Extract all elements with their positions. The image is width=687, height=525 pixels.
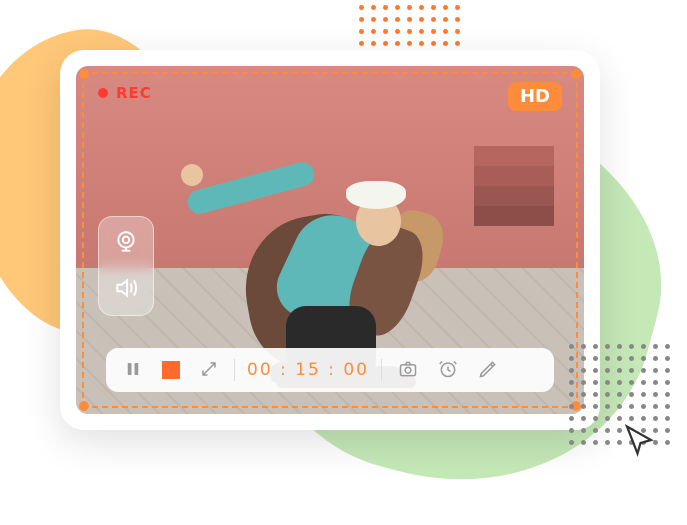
audio-toggle-button[interactable] bbox=[110, 273, 142, 305]
source-panel bbox=[98, 216, 154, 316]
recording-indicator: REC bbox=[98, 84, 152, 102]
resize-icon bbox=[200, 360, 218, 381]
recording-viewport: REC HD bbox=[76, 66, 584, 414]
speaker-icon bbox=[113, 275, 139, 304]
toolbar-separator bbox=[381, 359, 382, 381]
recording-label: REC bbox=[116, 84, 152, 102]
annotate-button[interactable] bbox=[474, 355, 502, 386]
webcam-icon bbox=[113, 229, 139, 258]
recorder-window: REC HD bbox=[60, 50, 600, 430]
stop-icon bbox=[162, 361, 180, 379]
recording-timer: 00 : 15 : 00 bbox=[247, 360, 369, 380]
pause-button[interactable] bbox=[120, 356, 146, 385]
toolbar-separator bbox=[234, 359, 235, 381]
schedule-button[interactable] bbox=[434, 355, 462, 386]
resize-button[interactable] bbox=[196, 356, 222, 385]
recorder-toolbar: 00 : 15 : 00 bbox=[106, 348, 554, 392]
alarm-clock-icon bbox=[438, 359, 458, 382]
pencil-icon bbox=[478, 359, 498, 382]
webcam-toggle-button[interactable] bbox=[110, 227, 142, 259]
record-dot-icon bbox=[98, 88, 108, 98]
stop-button[interactable] bbox=[158, 357, 184, 383]
pause-icon bbox=[124, 360, 142, 381]
screenshot-button[interactable] bbox=[394, 355, 422, 386]
camera-icon bbox=[398, 359, 418, 382]
decorative-dots-top bbox=[359, 5, 467, 53]
quality-badge[interactable]: HD bbox=[508, 82, 562, 111]
cursor-pointer-icon bbox=[621, 422, 657, 462]
